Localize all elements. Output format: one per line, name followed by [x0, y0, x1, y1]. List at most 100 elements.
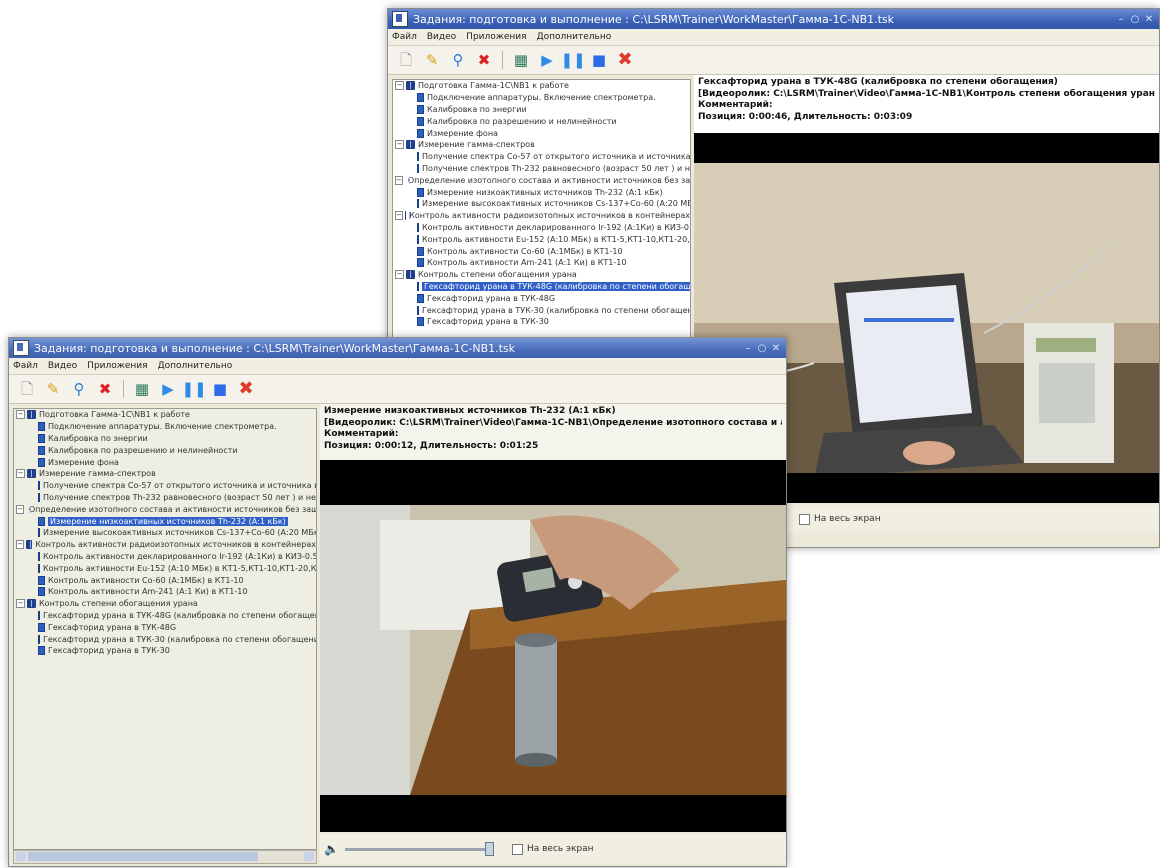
tree-item[interactable]: Контроль активности Co-60 (А:1МБк) в КТ1…: [14, 574, 316, 586]
tree-item[interactable]: Контроль активности Am-241 (А:1 Ки) в КТ…: [14, 586, 316, 598]
search-icon[interactable]: ⚲: [448, 50, 468, 70]
close-icon[interactable]: ✖: [236, 379, 256, 399]
scroll-right-button[interactable]: [304, 852, 314, 861]
tree-item[interactable]: Измерение высокоактивных источников Cs-1…: [393, 198, 690, 210]
front-task-tree[interactable]: − Подготовка Гамма-1С\NB1 к работе Подключ…: [13, 408, 317, 850]
tree-item-label: Гексафторид урана в ТУК-30: [427, 317, 549, 327]
tree-item[interactable]: Гексафторид урана в ТУК-30: [393, 316, 690, 328]
scroll-left-button[interactable]: [16, 852, 26, 861]
tree-item[interactable]: Гексафторид урана в ТУК-48G: [14, 621, 316, 633]
tree-item[interactable]: Гексафторид урана в ТУК-30 (калибровка п…: [14, 633, 316, 645]
minimize-icon[interactable]: –: [1115, 14, 1127, 25]
video-list-icon[interactable]: ▦: [511, 50, 531, 70]
collapse-icon[interactable]: −: [395, 270, 404, 280]
tree-item[interactable]: Контроль активности декларированного Ir-…: [393, 222, 690, 234]
tree-item[interactable]: Калибровка по разрешению и нелинейности: [14, 444, 316, 456]
tree-group[interactable]: − Измерение гамма-спектров: [14, 468, 316, 480]
tree-item[interactable]: Получение спектра Co-57 от открытого ист…: [14, 480, 316, 492]
tree-item[interactable]: Измерение высокоактивных источников Cs-1…: [14, 527, 316, 539]
menu-file[interactable]: Файл: [392, 32, 417, 42]
tree-item[interactable]: Калибровка по разрешению и нелинейности: [393, 115, 690, 127]
collapse-icon[interactable]: −: [16, 540, 24, 550]
tree-group[interactable]: − Контроль активности радиоизотопных исто…: [14, 539, 316, 551]
menu-extra[interactable]: Дополнительно: [537, 32, 612, 42]
tree-item[interactable]: Гексафторид урана в ТУК-30: [14, 645, 316, 657]
tree-horizontal-scrollbar[interactable]: [13, 850, 317, 864]
close-window-icon[interactable]: ✕: [1143, 14, 1155, 25]
tree-group[interactable]: − Контроль активности радиоизотопных исто…: [393, 210, 690, 222]
menu-apps[interactable]: Приложения: [87, 361, 147, 371]
tree-group[interactable]: − Подготовка Гамма-1С\NB1 к работе: [14, 409, 316, 421]
tree-item[interactable]: Гексафторид урана в ТУК-48G (калибровка …: [14, 610, 316, 622]
tree-item[interactable]: Измерение низкоактивных источников Th-23…: [393, 186, 690, 198]
tree-item[interactable]: Контроль активности декларированного Ir-…: [14, 551, 316, 563]
new-document-icon[interactable]: 🗋: [17, 379, 37, 399]
tree-item[interactable]: Измерение фона: [14, 456, 316, 468]
menu-video[interactable]: Видео: [48, 361, 77, 371]
tree-group[interactable]: − Определение изотопного состава и активн…: [393, 174, 690, 186]
close-icon[interactable]: ✖: [615, 50, 635, 70]
play-icon[interactable]: ▶: [158, 379, 178, 399]
pause-icon[interactable]: ❚❚: [560, 50, 585, 70]
menu-video[interactable]: Видео: [427, 32, 456, 42]
collapse-icon[interactable]: −: [395, 175, 403, 185]
edit-icon[interactable]: ✎: [422, 50, 442, 70]
menu-extra[interactable]: Дополнительно: [158, 361, 233, 371]
tree-item[interactable]: Контроль активности Co-60 (А:1МБк) в КТ1…: [393, 245, 690, 257]
fullscreen-checkbox[interactable]: [511, 843, 523, 855]
stop-icon[interactable]: ■: [589, 50, 609, 70]
tree-group[interactable]: − Контроль степени обогащения урана: [393, 269, 690, 281]
maximize-icon[interactable]: ○: [1129, 14, 1141, 25]
menu-file[interactable]: Файл: [13, 361, 38, 371]
task-document-icon: [38, 587, 45, 597]
tree-item[interactable]: Измерение низкоактивных источников Th-23…: [14, 515, 316, 527]
collapse-icon[interactable]: −: [395, 81, 404, 91]
collapse-icon[interactable]: −: [16, 504, 24, 514]
edit-icon[interactable]: ✎: [43, 379, 63, 399]
tree-item[interactable]: Получение спектра Co-57 от открытого ист…: [393, 151, 690, 163]
tree-group[interactable]: − Подготовка Гамма-1С\NB1 к работе: [393, 80, 690, 92]
menu-apps[interactable]: Приложения: [466, 32, 526, 42]
maximize-icon[interactable]: ○: [756, 343, 768, 354]
collapse-icon[interactable]: −: [395, 211, 403, 221]
volume-slider-thumb[interactable]: [484, 842, 494, 856]
volume-slider-track[interactable]: [344, 847, 485, 851]
tree-group[interactable]: − Определение изотопного состава и активн…: [14, 503, 316, 515]
tree-group[interactable]: − Измерение гамма-спектров: [393, 139, 690, 151]
search-icon[interactable]: ⚲: [69, 379, 89, 399]
tree-item[interactable]: Контроль активности Eu-152 (А:10 МБк) в …: [393, 233, 690, 245]
tree-item[interactable]: Контроль активности Am-241 (А:1 Ки) в КТ…: [393, 257, 690, 269]
delete-document-icon[interactable]: ✖: [474, 50, 494, 70]
volume-icon[interactable]: 🔈: [324, 842, 339, 856]
collapse-icon[interactable]: −: [16, 599, 25, 609]
delete-document-icon[interactable]: ✖: [95, 379, 115, 399]
front-title-bar[interactable]: Задания: подготовка и выполнение : C:\LS…: [9, 338, 786, 358]
tree-item[interactable]: Калибровка по энергии: [14, 433, 316, 445]
tree-item[interactable]: Гексафторид урана в ТУК-48G: [393, 292, 690, 304]
fullscreen-checkbox[interactable]: [799, 513, 810, 525]
scroll-thumb[interactable]: [28, 852, 258, 861]
minimize-icon[interactable]: –: [742, 343, 754, 354]
close-window-icon[interactable]: ✕: [770, 343, 782, 354]
video-list-icon[interactable]: ▦: [132, 379, 152, 399]
collapse-icon[interactable]: −: [16, 469, 25, 479]
play-icon[interactable]: ▶: [537, 50, 557, 70]
tree-item[interactable]: Измерение фона: [393, 127, 690, 139]
tree-group[interactable]: − Контроль степени обогащения урана: [14, 598, 316, 610]
tree-item[interactable]: Гексафторид урана в ТУК-30 (калибровка п…: [393, 304, 690, 316]
tree-item[interactable]: Гексафторид урана в ТУК-48G (калибровка …: [393, 281, 690, 293]
tree-item[interactable]: Получение спектров Th-232 равновесного (…: [14, 492, 316, 504]
back-title-bar[interactable]: Задания: подготовка и выполнение : C:\LS…: [388, 9, 1159, 29]
tree-item-label: Гексафторид урана в ТУК-48G: [427, 293, 556, 303]
tree-item[interactable]: Подключение аппаратуры. Включение спектр…: [14, 421, 316, 433]
front-video-frame[interactable]: [320, 460, 786, 832]
tree-item[interactable]: Контроль активности Eu-152 (А:10 МБк) в …: [14, 562, 316, 574]
new-document-icon[interactable]: 🗋: [396, 50, 416, 70]
collapse-icon[interactable]: −: [395, 140, 404, 150]
tree-item[interactable]: Получение спектров Th-232 равновесного (…: [393, 163, 690, 175]
stop-icon[interactable]: ■: [210, 379, 230, 399]
collapse-icon[interactable]: −: [16, 410, 25, 420]
tree-item[interactable]: Калибровка по энергии: [393, 104, 690, 116]
pause-icon[interactable]: ❚❚: [181, 379, 206, 399]
tree-item[interactable]: Подключение аппаратуры. Включение спектр…: [393, 92, 690, 104]
